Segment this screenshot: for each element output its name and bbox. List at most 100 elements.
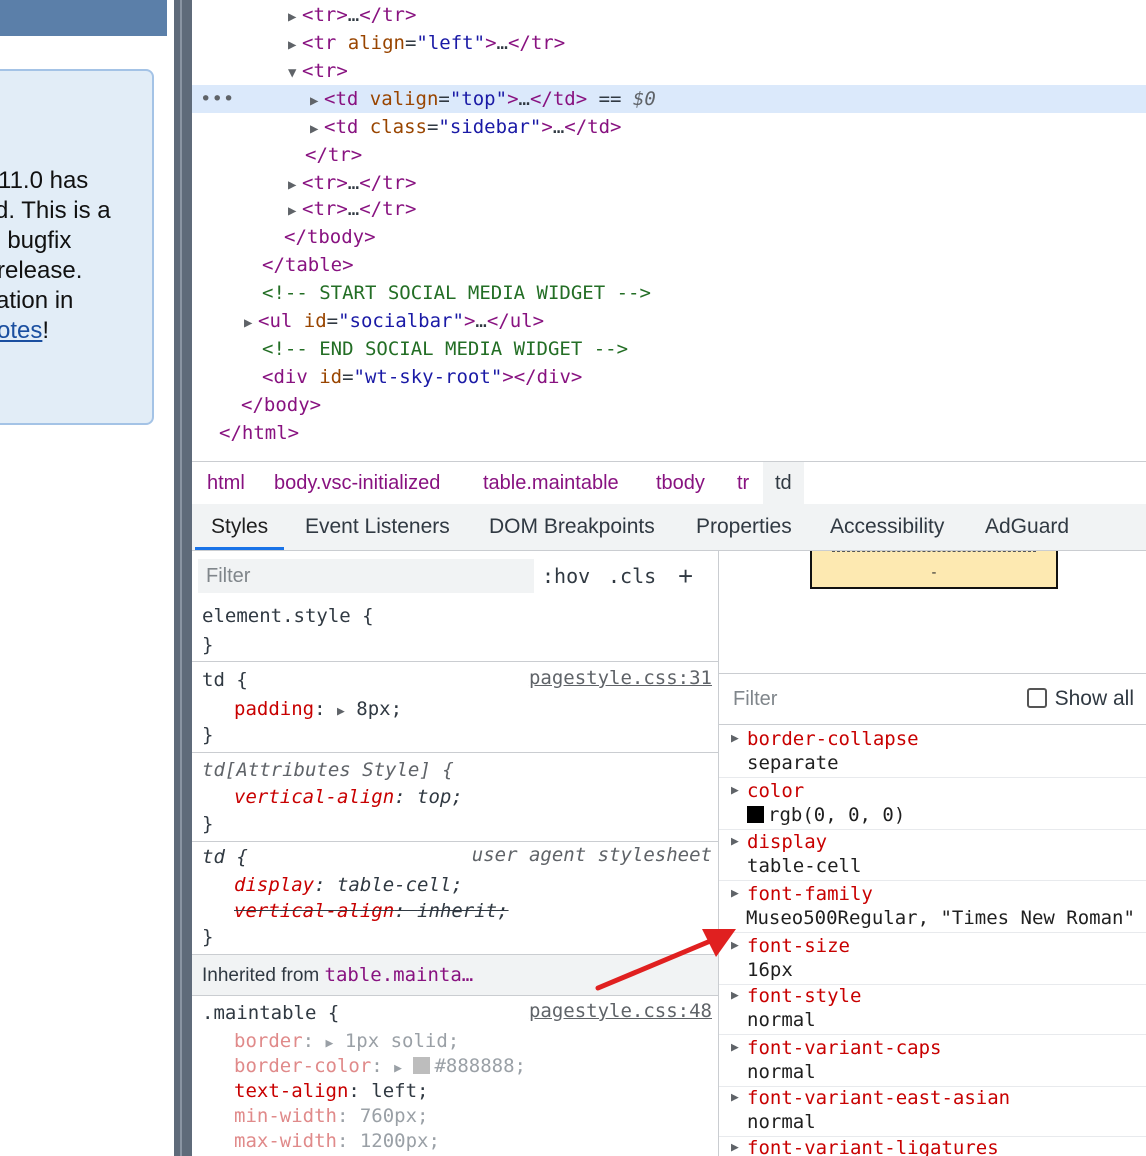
dom-node[interactable]: ▶ <tr>…</tr> [288,1,416,29]
rule-selector[interactable]: .maintable { [202,1000,339,1026]
computed-property[interactable]: ▶ font-variant-ligatures [719,1136,1146,1156]
breadcrumb-body[interactable]: body.vsc-initialized [262,462,452,504]
collapse-triangle-icon[interactable]: ▼ [288,59,302,87]
style-property[interactable]: padding: ▶ 8px; [234,696,402,725]
hov-toggle-button[interactable]: :hov [542,559,590,593]
computed-filter-row: Filter Show all [719,673,1146,725]
computed-property[interactable]: ▶ border-collapse separate [719,727,1146,778]
color-swatch[interactable] [413,1057,431,1074]
style-property-overridden[interactable]: vertical-align: inherit; [234,898,509,924]
tab-properties[interactable]: Properties [680,504,808,550]
expand-triangle-icon[interactable]: ▶ [731,783,739,798]
expand-triangle-icon[interactable]: ▶ [731,1090,739,1105]
computed-property[interactable]: ▶ display table-cell [719,830,1146,881]
computed-property[interactable]: ▶ font-variant-caps normal [719,1036,1146,1087]
computed-property[interactable]: ▶ font-style normal [719,984,1146,1035]
more-actions-icon[interactable]: ••• [200,85,234,113]
expand-triangle-icon[interactable]: ▶ [288,197,302,225]
release-notes-link[interactable]: otes [0,317,42,344]
style-rule-attributes: td[Attributes Style] { vertical-align: t… [192,753,718,842]
cls-toggle-button[interactable]: .cls [608,559,656,593]
computed-property[interactable]: ▶ font-family Museo500Regular, "Times Ne… [719,882,1146,933]
computed-property[interactable]: ▶ font-variant-east-asian normal [719,1086,1146,1137]
dom-node-close[interactable]: </body> [241,391,321,419]
computed-property-name: font-style [747,985,862,1007]
rule-source-link[interactable]: pagestyle.css:48 [529,1000,712,1022]
dom-comment[interactable]: <!-- END SOCIAL MEDIA WIDGET --> [262,335,628,363]
color-swatch[interactable] [747,806,764,823]
dom-node-selected[interactable]: ••• ▶ <td valign="top">…</td> == $0 [192,85,1146,113]
expand-triangle-icon[interactable]: ▶ [244,309,258,337]
expand-triangle-icon[interactable]: ▶ [731,1140,739,1155]
tab-styles[interactable]: Styles [195,504,285,550]
expand-triangle-icon[interactable]: ▶ [731,1040,739,1055]
inherited-header: Inherited from table.mainta… [192,954,718,996]
tab-event-listeners[interactable]: Event Listeners [289,504,466,550]
breadcrumb-td[interactable]: td [763,462,804,504]
tab-accessibility[interactable]: Accessibility [814,504,960,550]
rule-selector[interactable]: td { [202,844,248,870]
announcement-text: 3.11.0 has d. This is a , bugfix release… [0,166,170,346]
dom-node-close[interactable]: </tbody> [284,223,376,251]
dom-node-close[interactable]: </table> [262,251,354,279]
breadcrumb-html[interactable]: html [195,462,257,504]
dom-node[interactable]: <div id="wt-sky-root"></div> [262,363,582,391]
dom-node[interactable]: ▶ <td class="sidebar">…</td> [310,113,621,141]
computed-property-name: color [747,780,805,802]
new-rule-button[interactable]: + [678,559,693,593]
computed-property-name: font-family [747,883,873,905]
style-property[interactable]: vertical-align: top; [234,784,463,810]
computed-property-value: Museo500Regular, "Times New Roman" [746,907,1135,929]
dom-node[interactable]: ▼ <tr> [288,57,348,85]
rule-source-label: user agent stylesheet [471,844,712,866]
style-property-inactive[interactable]: min-width: 760px; [234,1103,428,1129]
breadcrumb-table[interactable]: table.maintable [471,462,631,504]
breadcrumb-tr[interactable]: tr [725,462,761,504]
rule-source-link[interactable]: pagestyle.css:31 [529,667,712,689]
expand-triangle-icon[interactable]: ▶ [310,87,324,115]
announcement-line: release. [0,257,83,284]
expand-triangle-icon[interactable]: ▶ [288,3,302,31]
expand-triangle-icon[interactable]: ▶ [731,834,739,849]
tab-adguard[interactable]: AdGuard [969,504,1085,550]
rule-selector[interactable]: td[Attributes Style] { [202,757,454,783]
style-property[interactable]: display: table-cell; [234,872,463,898]
style-property-inactive[interactable]: max-width: 1200px; [234,1128,440,1154]
checkbox-icon[interactable] [1026,688,1047,708]
style-property[interactable]: text-align: left; [234,1078,428,1104]
dom-node[interactable]: ▶ <tr align="left">…</tr> [288,29,565,57]
expand-triangle-icon[interactable]: ▶ [731,988,739,1003]
expand-triangle-icon[interactable]: ▶ [731,731,739,746]
announcement-line: ation in [0,287,74,314]
computed-property-name: border-collapse [747,728,919,750]
computed-property-name: display [747,831,828,853]
expand-triangle-icon[interactable]: ▶ [731,938,739,953]
styles-filter-input[interactable] [198,559,534,593]
computed-property[interactable]: ▶ color rgb(0, 0, 0) [719,779,1146,830]
breadcrumb-tbody[interactable]: tbody [644,462,717,504]
dom-node[interactable]: ▶ <ul id="socialbar">…</ul> [244,307,544,335]
computed-property-value: normal [747,1111,816,1133]
rule-selector[interactable]: td { [202,667,248,693]
tab-dom-breakpoints[interactable]: DOM Breakpoints [473,504,671,550]
expand-triangle-icon[interactable]: ▶ [731,886,739,901]
elements-dom-tree: ▶ <tr>…</tr> ▶ <tr align="left">…</tr> ▼ <t… [192,0,1146,460]
show-all-checkbox[interactable]: Show all [1026,674,1134,724]
dom-comment[interactable]: <!-- START SOCIAL MEDIA WIDGET --> [262,279,651,307]
panel-resize-handle[interactable] [174,0,192,1156]
inherited-selector-link[interactable]: table.mainta… [325,964,474,986]
sidebar-tabs: Styles Event Listeners DOM Breakpoints P… [192,504,1146,551]
computed-filter-input[interactable]: Filter [733,674,777,724]
expand-triangle-icon[interactable]: ▶ [288,31,302,59]
dom-node[interactable]: ▶ <tr>…</tr> [288,195,416,223]
dom-node-close[interactable]: </html> [219,419,299,447]
dom-node[interactable]: ▶ <tr>…</tr> [288,169,416,197]
dom-node-close[interactable]: </tr> [305,141,362,169]
computed-property-value: table-cell [747,855,862,877]
expand-triangle-icon[interactable]: ▶ [310,115,324,143]
computed-property-value: rgb(0, 0, 0) [747,803,905,827]
computed-property[interactable]: ▶ font-size 16px [719,934,1146,985]
rule-selector[interactable]: element.style { [202,603,374,629]
computed-property-value: normal [747,1009,816,1031]
page-header-bar [0,0,167,36]
